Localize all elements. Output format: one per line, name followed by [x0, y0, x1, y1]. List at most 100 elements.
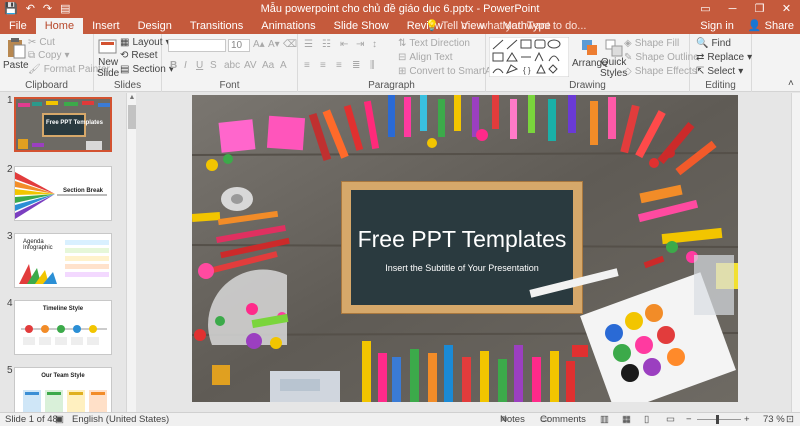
reset-button[interactable]: ⟲ Reset [120, 50, 158, 61]
thumbnail-row-1[interactable]: 1 Free PPT Templates [0, 95, 126, 159]
tab-home[interactable]: Home [35, 18, 84, 34]
thumbnail-scrollbar[interactable]: ▲ [126, 93, 136, 412]
copy-button[interactable]: ⧉ Copy ▾ [28, 50, 70, 61]
tell-me-text: Tell me what you want to do... [441, 20, 587, 32]
font-size-field[interactable]: 10 [228, 39, 250, 52]
new-slide-label: New [98, 57, 119, 68]
spelling-icon[interactable]: ▣ [55, 413, 64, 426]
line-spacing-button[interactable]: ↕ [372, 39, 377, 50]
sign-in-link[interactable]: Sign in [700, 18, 734, 34]
thumbnail-slide-1[interactable]: Free PPT Templates [14, 97, 112, 152]
collapse-ribbon-button[interactable]: ˄ [788, 78, 794, 89]
thumbnail-slide-3[interactable]: Agenda Infographic [14, 233, 112, 288]
increase-font-size-button[interactable]: A▴ [253, 39, 265, 50]
normal-view-icon[interactable]: ▥ [600, 413, 609, 426]
thumbnail-slide-4[interactable]: Timeline Style [14, 300, 112, 355]
tell-me-search[interactable]: 💡 Tell me what you want to do... [425, 18, 586, 34]
scrollbar-thumb[interactable] [128, 105, 136, 129]
find-button[interactable]: 🔍 Find [696, 38, 731, 49]
thumbnail-row-3[interactable]: 3 Agenda Infographic [0, 231, 126, 295]
save-icon[interactable]: 💾 [4, 1, 18, 17]
smartart-icon: ⊞ [398, 66, 407, 77]
thumbnail-slide-2[interactable]: Section Break [14, 166, 112, 221]
redo-icon[interactable]: ↷ [43, 1, 52, 17]
decrease-font-size-button[interactable]: A▾ [268, 39, 280, 50]
undo-icon[interactable]: ↶ [26, 1, 35, 17]
tab-transitions[interactable]: Transitions [181, 18, 252, 34]
ribbon-display-options-icon[interactable]: ▭ [692, 0, 719, 18]
zoom-in-icon[interactable]: + [744, 413, 750, 426]
thumbnail-number: 1 [7, 95, 13, 106]
paste-button[interactable]: Paste [3, 37, 29, 71]
account-area: Sign in 👤 Share [700, 18, 794, 34]
start-presentation-icon[interactable]: ▤ [60, 1, 70, 17]
char-spacing-button[interactable]: AV [244, 60, 257, 71]
slide-canvas[interactable]: Free PPT Templates Insert the Subtitle o… [192, 95, 738, 402]
cut-button[interactable]: ✂ Cut [28, 37, 55, 48]
convert-smartart-button[interactable]: ⊞ Convert to SmartArt [398, 66, 498, 77]
font-color-button[interactable]: A [280, 60, 287, 71]
align-left-button[interactable]: ≡ [304, 60, 310, 71]
shape-fill-button[interactable]: ◈ Shape Fill [624, 38, 679, 49]
slide-subtitle[interactable]: Insert the Subtitle of Your Presentation [351, 263, 573, 273]
replace-label: Replace [707, 52, 745, 63]
tab-design[interactable]: Design [129, 18, 181, 34]
strikethrough-button[interactable]: abc [224, 60, 240, 71]
font-name-field[interactable] [168, 39, 226, 52]
language-indicator[interactable]: English (United States) [72, 413, 169, 426]
font-group: 10 A▴ A▾ ⌫ B I U S abc AV Aa A Font [162, 34, 298, 92]
new-slide-button[interactable]: New Slide [97, 37, 119, 79]
fit-to-window-icon[interactable]: ⊡ [786, 413, 794, 426]
tab-insert[interactable]: Insert [83, 18, 129, 34]
zoom-level[interactable]: 73 % [763, 413, 785, 426]
minimize-icon[interactable]: ─ [719, 0, 746, 18]
arrange-icon [581, 40, 597, 55]
bold-button[interactable]: B [170, 60, 177, 71]
slide-scrollbar[interactable] [791, 93, 800, 412]
scissors-icon: ✂ [28, 37, 37, 48]
slide-title[interactable]: Free PPT Templates [351, 226, 573, 253]
italic-button[interactable]: I [184, 60, 187, 71]
chalkboard: Free PPT Templates Insert the Subtitle o… [341, 181, 583, 314]
slide-sorter-icon[interactable]: ▦ [622, 413, 631, 426]
change-case-button[interactable]: Aa [262, 60, 274, 71]
shape-effects-button[interactable]: ◇ Shape Effects [624, 66, 697, 77]
reading-view-icon[interactable]: ▯ [644, 413, 649, 426]
pen-icon: ✎ [624, 52, 633, 63]
scroll-up-icon[interactable]: ▲ [128, 94, 136, 103]
align-center-button[interactable]: ≡ [320, 60, 326, 71]
tab-file[interactable]: File [0, 18, 36, 34]
thumbnail-row-2[interactable]: 2 Section Break [0, 164, 126, 228]
slide-show-icon[interactable]: ▭ [666, 413, 675, 426]
align-text-button[interactable]: ⊟ Align Text [398, 52, 453, 63]
drawing-group: { } Arrange Quick Styles ◈ Shape Fill ✎ Sh… [486, 34, 699, 92]
increase-indent-button[interactable]: ⇥ [356, 39, 364, 50]
decrease-indent-button[interactable]: ⇤ [340, 39, 348, 50]
shapes-gallery[interactable]: { } [489, 37, 569, 77]
bullets-icon: ☰ [304, 39, 313, 50]
thumbnail-row-4[interactable]: 4 Timeline Style [0, 298, 126, 362]
replace-button[interactable]: ⇄ Replace ▾ [696, 52, 752, 63]
justify-button[interactable]: ≣ [352, 60, 360, 71]
underline-button[interactable]: U [196, 60, 203, 71]
numbering-button[interactable]: ☷ [322, 39, 331, 50]
thumbnail-title: Our Team Style [41, 373, 85, 379]
text-direction-button[interactable]: ⇅ Text Direction [398, 38, 470, 49]
restore-icon[interactable]: ❐ [746, 0, 773, 18]
bullets-button[interactable]: ☰ [304, 39, 313, 50]
select-button[interactable]: ⇱ Select ▾ [696, 66, 743, 77]
share-button[interactable]: 👤 Share [748, 18, 794, 34]
shape-effects-label: Shape Effects [634, 66, 697, 77]
tab-animations[interactable]: Animations [252, 18, 324, 34]
close-icon[interactable]: ✕ [773, 0, 800, 18]
align-right-button[interactable]: ≡ [336, 60, 342, 71]
clear-formatting-button[interactable]: ⌫ [283, 39, 297, 50]
thumbnail-image [15, 172, 107, 219]
shadow-button[interactable]: S [210, 60, 217, 71]
zoom-slider[interactable] [697, 419, 741, 420]
zoom-out-icon[interactable]: − [686, 413, 692, 426]
zoom-slider-thumb[interactable] [716, 415, 719, 424]
columns-button[interactable]: ⫼ [370, 60, 375, 71]
shape-outline-button[interactable]: ✎ Shape Outline [624, 52, 699, 63]
tab-slide-show[interactable]: Slide Show [325, 18, 398, 34]
